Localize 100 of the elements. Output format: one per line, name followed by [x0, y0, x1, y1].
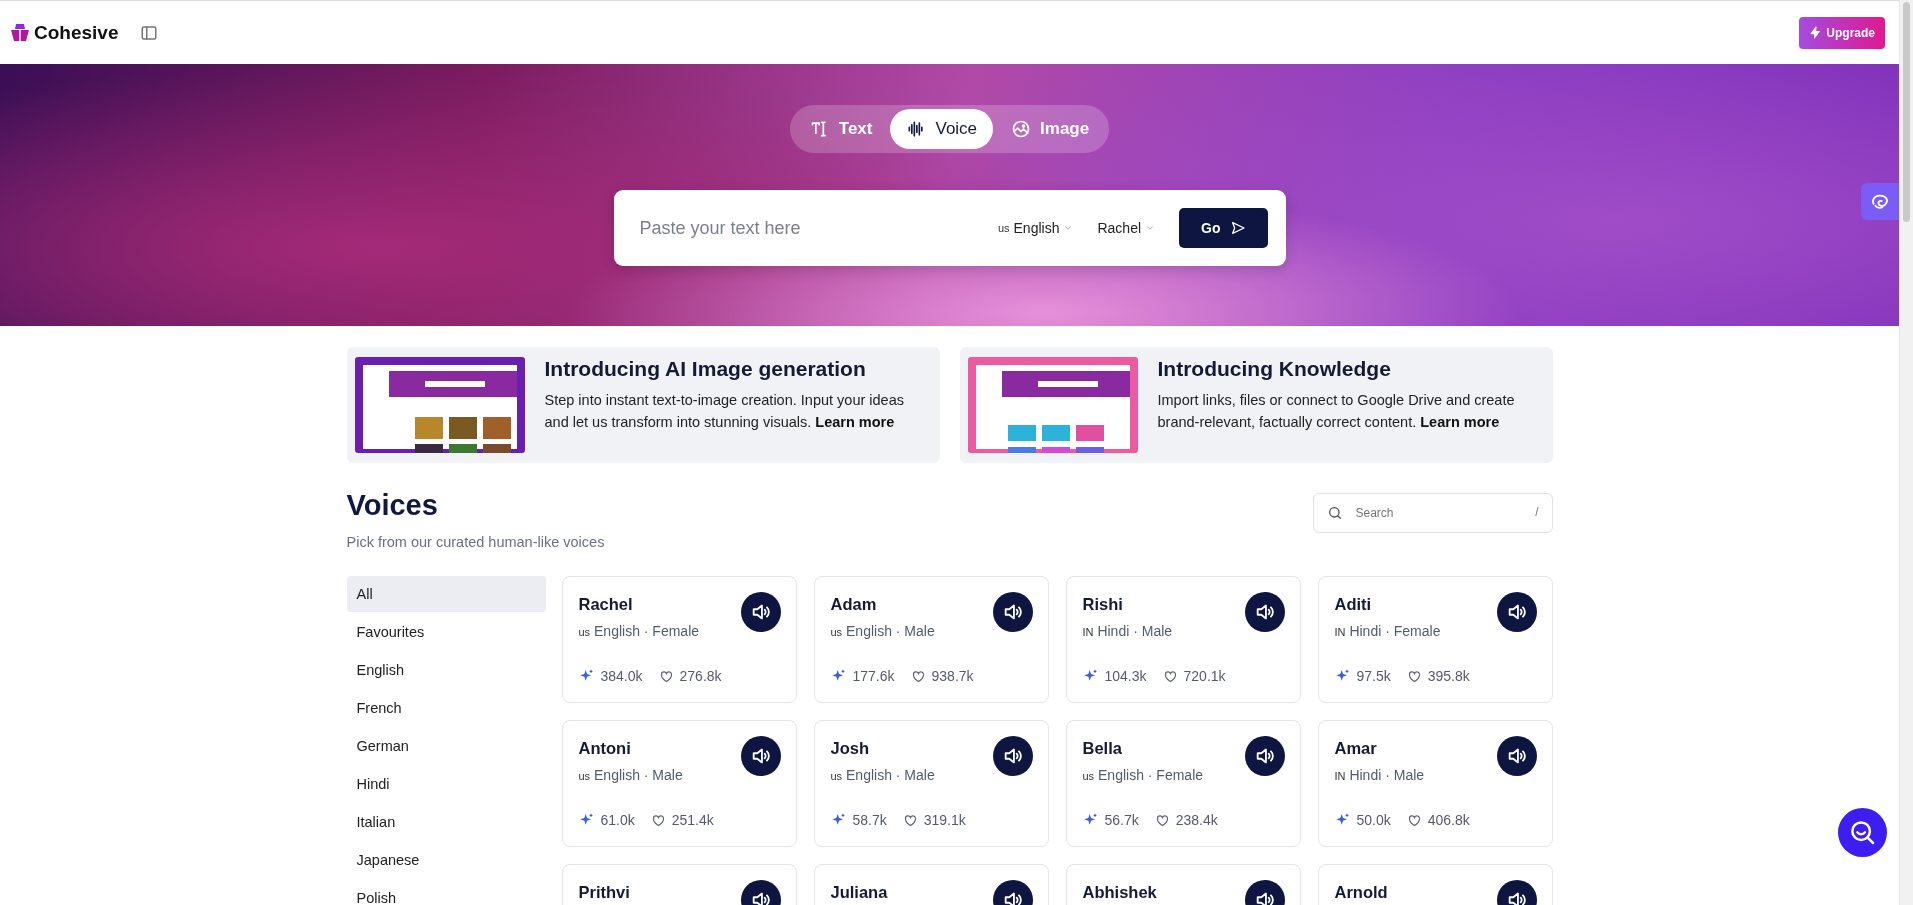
voice-card[interactable]: Josh us English · Male 58.7k 319.1k	[813, 720, 1049, 847]
search-button[interactable]	[1838, 808, 1887, 857]
upgrade-button[interactable]: Upgrade	[1799, 16, 1885, 49]
like-count: 238.4k	[1175, 812, 1218, 828]
heart-icon[interactable]	[1154, 812, 1170, 828]
voice-details: us English · Female	[578, 623, 700, 639]
heart-icon[interactable]	[1406, 668, 1422, 684]
like-count: 720.1k	[1183, 668, 1226, 684]
voice-details: us English · Male	[830, 623, 935, 639]
voice-name: Antoni	[578, 739, 632, 758]
heart-icon[interactable]	[1406, 812, 1422, 828]
sidebar-toggle-icon[interactable]	[140, 23, 159, 42]
voice-card[interactable]: Aditi IN Hindi · Female 97.5k 395.8k	[1317, 576, 1553, 703]
shortcut-hint: /	[1535, 505, 1539, 519]
voice-card[interactable]: Amar IN Hindi · Male 50.0k 406.8k	[1317, 720, 1553, 847]
heart-icon[interactable]	[650, 812, 666, 828]
like-count: 251.4k	[671, 812, 714, 828]
usage-count: 384.0k	[600, 668, 643, 684]
voice-name: Arnold	[1334, 883, 1388, 902]
category-item[interactable]: Japanese	[346, 842, 546, 878]
voice-details: IN Hindi · Female	[1334, 623, 1441, 639]
voice-name: Bella	[1082, 739, 1123, 758]
voice-details: us English · Female	[1082, 767, 1204, 783]
play-sample-button[interactable]	[992, 592, 1033, 632]
category-item[interactable]: Italian	[346, 804, 546, 840]
category-item[interactable]: Hindi	[346, 766, 546, 802]
heart-icon[interactable]	[658, 668, 674, 684]
voice-name: Amar	[1334, 739, 1378, 758]
chevron-down-icon	[1145, 223, 1156, 233]
knowledge-tab[interactable]	[1861, 183, 1899, 220]
usage-count: 177.6k	[852, 668, 895, 684]
usage-count: 50.0k	[1356, 812, 1391, 828]
go-button[interactable]: Go	[1179, 208, 1268, 248]
play-sample-button[interactable]	[1244, 592, 1285, 632]
text-input-field[interactable]: Paste your text here	[637, 216, 980, 240]
send-icon	[1229, 220, 1246, 236]
voice-card[interactable]: Prithvi	[561, 864, 797, 905]
voice-card[interactable]: Arnold	[1317, 864, 1553, 905]
scrollbar[interactable]	[1899, 0, 1913, 905]
voice-card[interactable]: Rachel us English · Female 384.0k 276.8k	[561, 576, 797, 703]
voice-details: IN Hindi · Male	[1082, 623, 1173, 639]
play-sample-button[interactable]	[1496, 592, 1537, 632]
heart-icon[interactable]	[1162, 668, 1178, 684]
voice-name: Juliana	[830, 883, 888, 902]
section-subtitle: Pick from our curated human-like voices	[346, 534, 605, 550]
voice-card[interactable]: Rishi IN Hindi · Male 104.3k 720.1k	[1065, 576, 1301, 703]
voice-name: Rishi	[1082, 595, 1124, 614]
learn-more-link[interactable]: Learn more	[815, 414, 895, 430]
category-item[interactable]: French	[346, 690, 546, 726]
voice-name: Prithvi	[578, 883, 630, 902]
voice-details: us English · Male	[830, 767, 935, 783]
logo-icon	[10, 22, 30, 43]
voice-card[interactable]: Juliana	[813, 864, 1049, 905]
usage-count: 58.7k	[852, 812, 887, 828]
play-sample-button[interactable]	[740, 736, 781, 776]
learn-more-link[interactable]: Learn more	[1420, 414, 1500, 430]
voice-name: Aditi	[1334, 595, 1373, 614]
voice-name: Adam	[830, 595, 878, 614]
voice-details: us English · Male	[578, 767, 683, 783]
category-item[interactable]: German	[346, 728, 546, 764]
voice-name: Rachel	[578, 595, 634, 614]
language-dropdown[interactable]: us English	[991, 220, 1080, 236]
voice-card[interactable]: Adam us English · Male 177.6k 938.7k	[813, 576, 1049, 703]
like-count: 938.7k	[931, 668, 974, 684]
voice-card[interactable]: Abhishek	[1065, 864, 1301, 905]
mode-tab[interactable]: Image	[995, 109, 1106, 149]
section-title: Voices	[346, 489, 439, 522]
mode-tab[interactable]: Text	[793, 109, 889, 149]
chevron-down-icon	[1063, 223, 1074, 233]
category-item[interactable]: Polish	[346, 880, 546, 905]
usage-count: 56.7k	[1104, 812, 1139, 828]
voice-card[interactable]: Bella us English · Female 56.7k 238.4k	[1065, 720, 1301, 847]
voice-dropdown[interactable]: Rachel	[1091, 220, 1162, 236]
like-count: 406.8k	[1427, 812, 1470, 828]
lightning-icon	[1809, 26, 1823, 39]
mode-tab[interactable]: Voice	[890, 109, 994, 149]
play-sample-button[interactable]	[1244, 736, 1285, 776]
voice-card[interactable]: Antoni us English · Male 61.0k 251.4k	[561, 720, 797, 847]
usage-count: 104.3k	[1104, 668, 1147, 684]
announcement-text: Step into instant text-to-image creation. Input your ideas and let us transform into stunning visuals. Learn more	[544, 391, 905, 432]
announcement-title: Introducing AI Image generation	[544, 357, 867, 381]
search-icon	[1326, 505, 1343, 521]
category-item[interactable]: Favourites	[346, 614, 546, 650]
play-sample-button[interactable]	[740, 592, 781, 632]
image-icon	[1011, 119, 1032, 139]
heart-icon[interactable]	[902, 812, 918, 828]
voice-name: Josh	[830, 739, 870, 758]
announcement-title: Introducing Knowledge	[1157, 357, 1392, 381]
announcement-text: Import links, files or connect to Google Drive and create brand-relevant, factually correct content. Learn more	[1157, 391, 1516, 432]
like-count: 319.1k	[923, 812, 966, 828]
category-item[interactable]: All	[346, 576, 546, 612]
play-sample-button[interactable]	[1496, 736, 1537, 776]
voice-details: IN Hindi · Male	[1334, 767, 1425, 783]
like-count: 395.8k	[1427, 668, 1470, 684]
usage-count: 61.0k	[600, 812, 635, 828]
heart-icon[interactable]	[910, 668, 926, 684]
category-item[interactable]: English	[346, 652, 546, 688]
play-sample-button[interactable]	[992, 736, 1033, 776]
voice-name: Abhishek	[1082, 883, 1157, 902]
scrollbar-thumb[interactable]	[1903, 2, 1910, 222]
